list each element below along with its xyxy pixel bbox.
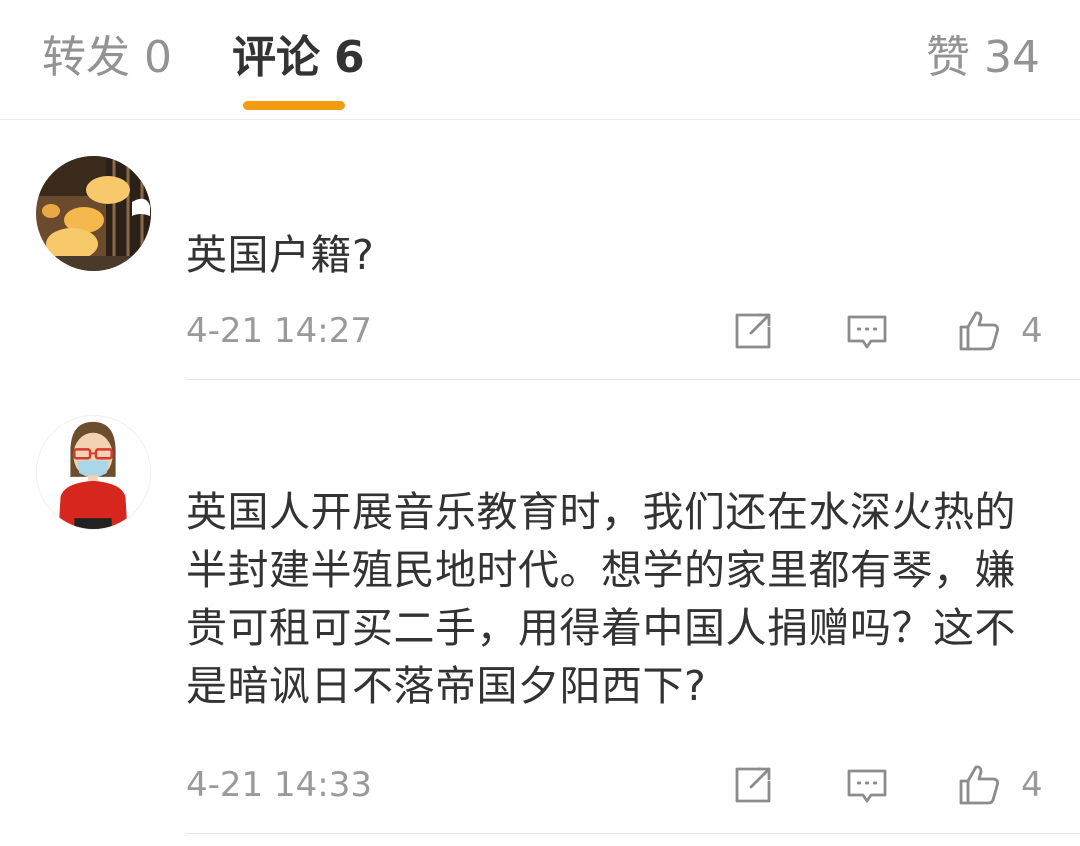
like-button[interactable] bbox=[957, 309, 1001, 353]
tab-likes[interactable]: 赞 34 bbox=[926, 28, 1040, 88]
timestamp: 4-21 14:33 bbox=[186, 765, 372, 805]
tab-repost[interactable]: 转发 0 bbox=[42, 28, 172, 88]
comment-divider bbox=[186, 833, 1080, 834]
active-tab-indicator bbox=[243, 101, 345, 110]
repost-icon bbox=[735, 767, 771, 803]
tab-repost-count: 0 bbox=[144, 32, 172, 83]
tab-likes-label: 赞 bbox=[926, 32, 970, 83]
comment-divider bbox=[186, 379, 1080, 380]
thumbs-up-icon bbox=[959, 311, 999, 351]
thumbs-up-icon bbox=[959, 765, 999, 805]
reply-button[interactable] bbox=[845, 763, 889, 807]
like-count: 4 bbox=[1021, 765, 1043, 805]
comment-meta: 4-21 14:27 4 bbox=[0, 301, 1080, 361]
comment-text: 英国人开展音乐教育时，我们还在水深火热的半封建半殖民地时代。想学的家里都有琴，嫌… bbox=[186, 488, 1016, 710]
masked-woman-cartoon-avatar-icon bbox=[37, 416, 150, 529]
comment-tabs: 转发 0 评论 6 赞 34 bbox=[0, 0, 1080, 120]
comment-icon bbox=[847, 769, 887, 803]
tab-likes-count: 34 bbox=[984, 32, 1040, 83]
lantern-photo-avatar-icon bbox=[36, 156, 151, 271]
comment-icon bbox=[847, 315, 887, 349]
repost-icon bbox=[735, 313, 771, 349]
avatar[interactable] bbox=[36, 415, 151, 530]
comment-text: 英国户籍? bbox=[186, 231, 375, 279]
tab-comments-label: 评论 bbox=[232, 32, 320, 83]
repost-button[interactable] bbox=[731, 763, 775, 807]
like-count: 4 bbox=[1021, 311, 1043, 351]
tab-repost-label: 转发 bbox=[42, 32, 130, 83]
like-button[interactable] bbox=[957, 763, 1001, 807]
tab-comments[interactable]: 评论 6 bbox=[232, 28, 365, 88]
repost-button[interactable] bbox=[731, 309, 775, 353]
comment-meta: 4-21 14:33 4 bbox=[0, 755, 1080, 815]
timestamp: 4-21 14:27 bbox=[186, 311, 372, 351]
reply-button[interactable] bbox=[845, 309, 889, 353]
tab-comments-count: 6 bbox=[334, 32, 365, 83]
avatar[interactable] bbox=[36, 156, 151, 271]
